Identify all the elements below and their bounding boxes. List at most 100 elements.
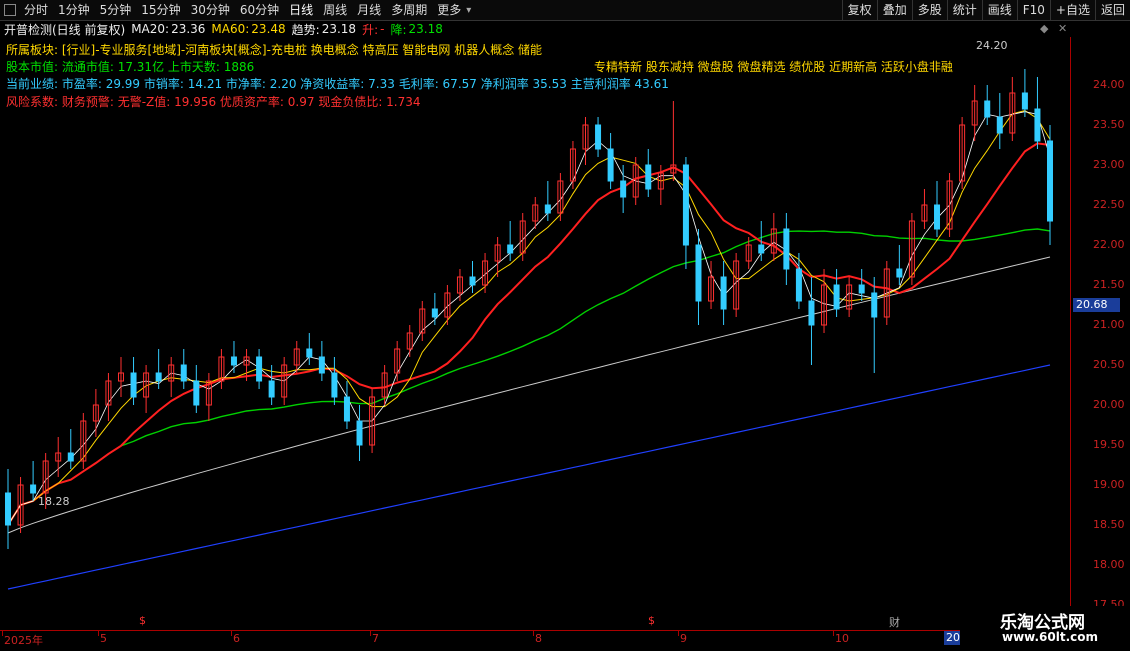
date-tick: 7 — [372, 632, 379, 645]
candle-body — [896, 268, 903, 278]
candle-body — [871, 292, 878, 318]
candle-body — [30, 484, 37, 494]
candle-body — [256, 356, 263, 382]
date-tick-mark — [370, 631, 371, 636]
candle-body — [130, 372, 137, 398]
price-tick: 24.00 — [1093, 78, 1125, 91]
period-tab[interactable]: 周线 — [318, 0, 352, 20]
date-tick: 5 — [100, 632, 107, 645]
period-tab[interactable]: 更多 — [432, 0, 466, 20]
candle-body — [1047, 140, 1053, 222]
period-tab[interactable]: 15分钟 — [136, 0, 185, 20]
right-toolbar: 复权 叠加 多股 统计 画线 F10 +自选 返回 — [841, 0, 1130, 20]
market-cap-line: 股本市值: 流通市值: 17.31亿 上市天数: 1886 — [6, 60, 255, 74]
candle-body — [230, 356, 237, 366]
candle-body — [808, 300, 815, 326]
candle-body — [620, 180, 627, 198]
toolbar-button[interactable]: 返回 — [1094, 0, 1130, 20]
window-icon[interactable] — [4, 4, 16, 16]
candle-body — [67, 452, 74, 462]
candle-body — [318, 356, 325, 374]
candle-body — [607, 148, 614, 182]
financial-report-marker[interactable]: 财 — [889, 614, 900, 630]
period-tab[interactable]: 5分钟 — [95, 0, 137, 20]
price-tick: 23.00 — [1093, 158, 1125, 171]
ma-grey-line — [7, 256, 1051, 534]
current-price-badge: 20.68 — [1073, 298, 1120, 312]
period-list: 分时 1分钟 5分钟 15分钟 30分钟 60分钟 日线 周线 月线 多周期 更多 ▾ — [0, 0, 471, 20]
toolbar-button[interactable]: 画线 — [981, 0, 1017, 20]
candle-body — [833, 284, 840, 310]
low-annotation: 18.28 — [38, 495, 70, 508]
period-tab[interactable]: 30分钟 — [186, 0, 235, 20]
candle-body — [795, 268, 802, 302]
candlestick-chart[interactable] — [0, 37, 1070, 630]
toolbar-button[interactable]: 复权 — [841, 0, 877, 20]
gear-icon[interactable]: ◆ — [1040, 22, 1048, 35]
up-label: 升: — [362, 22, 379, 37]
price-tick: 20.00 — [1093, 398, 1125, 411]
performance-line: 当前业绩: 市盈率: 29.99 市销率: 14.21 市净率: 2.20 净资… — [6, 77, 669, 91]
price-tick: 19.50 — [1093, 438, 1125, 451]
period-tab[interactable]: 月线 — [352, 0, 386, 20]
price-tick: 20.50 — [1093, 358, 1125, 371]
toolbar-button[interactable]: 叠加 — [876, 0, 912, 20]
period-tab[interactable]: 多周期 — [386, 0, 432, 20]
sector-line: 所属板块: [行业]-专业服务[地域]-河南板块[概念]-充电桩 换电概念 特高… — [6, 43, 543, 57]
price-tick: 22.00 — [1093, 238, 1125, 251]
price-tick: 22.50 — [1093, 198, 1125, 211]
candle-body — [544, 204, 551, 214]
price-tick: 21.00 — [1093, 318, 1125, 331]
price-tick: 18.00 — [1093, 558, 1125, 571]
price-tick: 21.50 — [1093, 278, 1125, 291]
stock-tags: 专精特新 股东减持 微盘股 微盘精选 绩优股 近期新高 活跃小盘非融 — [594, 60, 953, 74]
candle-body — [343, 396, 350, 422]
indicator-info-bar: 开普检测(日线 前复权) MA20: 23.36 MA60: 23.48 趋势: 23… — [0, 21, 1060, 37]
close-icon[interactable]: ✕ — [1058, 22, 1067, 35]
candle-body — [682, 164, 689, 246]
ma-yellow-line — [7, 110, 1051, 526]
date-tick: 6 — [233, 632, 240, 645]
date-tick-mark — [833, 631, 834, 636]
ma60-value: 23.48 — [251, 22, 286, 36]
up-value: - — [380, 22, 385, 36]
period-tab[interactable]: 1分钟 — [53, 0, 95, 20]
price-tick: 23.50 — [1093, 118, 1125, 131]
candle-body — [331, 372, 338, 398]
candle-body — [934, 204, 941, 230]
period-tab[interactable]: 日线 — [284, 0, 318, 20]
candle-body — [695, 244, 702, 302]
candle-body — [5, 492, 11, 526]
toolbar-button[interactable]: 多股 — [911, 0, 947, 20]
date-tick: 8 — [535, 632, 542, 645]
toolbar-button[interactable]: 统计 — [946, 0, 982, 20]
event-marker[interactable]: $ — [648, 614, 655, 627]
ma-white-line — [7, 111, 1051, 526]
candle-body — [984, 100, 991, 118]
watermark-url: www.60lt.com — [1002, 630, 1099, 644]
risk-line: 风险系数: 财务预警: 无警-Z值: 19.956 优质资产率: 0.97 现金… — [6, 95, 421, 109]
candle-body — [996, 116, 1003, 134]
candle-body — [1021, 92, 1028, 110]
trend-label: 趋势: — [291, 22, 320, 37]
date-tick-mark — [231, 631, 232, 636]
chevron-down-icon[interactable]: ▾ — [466, 5, 471, 16]
candle-body — [783, 228, 790, 270]
candle-body — [193, 380, 200, 406]
date-tick-mark — [98, 631, 99, 636]
toolbar-button[interactable]: +自选 — [1049, 0, 1095, 20]
period-tab[interactable]: 60分钟 — [235, 0, 284, 20]
event-marker[interactable]: $ — [139, 614, 146, 627]
candle-body — [858, 284, 865, 294]
ma20-value: 23.36 — [171, 22, 206, 36]
date-tick: 2025年 — [4, 634, 43, 647]
period-tab[interactable]: 分时 — [19, 0, 53, 20]
toolbar-button[interactable]: F10 — [1016, 0, 1050, 20]
price-tick: 18.50 — [1093, 518, 1125, 531]
ma-blue-line — [7, 364, 1051, 590]
price-tick: 19.00 — [1093, 478, 1125, 491]
candle-body — [720, 276, 727, 310]
down-label: 降: — [390, 22, 407, 37]
candle-body — [507, 244, 514, 254]
candle-body — [595, 124, 602, 150]
